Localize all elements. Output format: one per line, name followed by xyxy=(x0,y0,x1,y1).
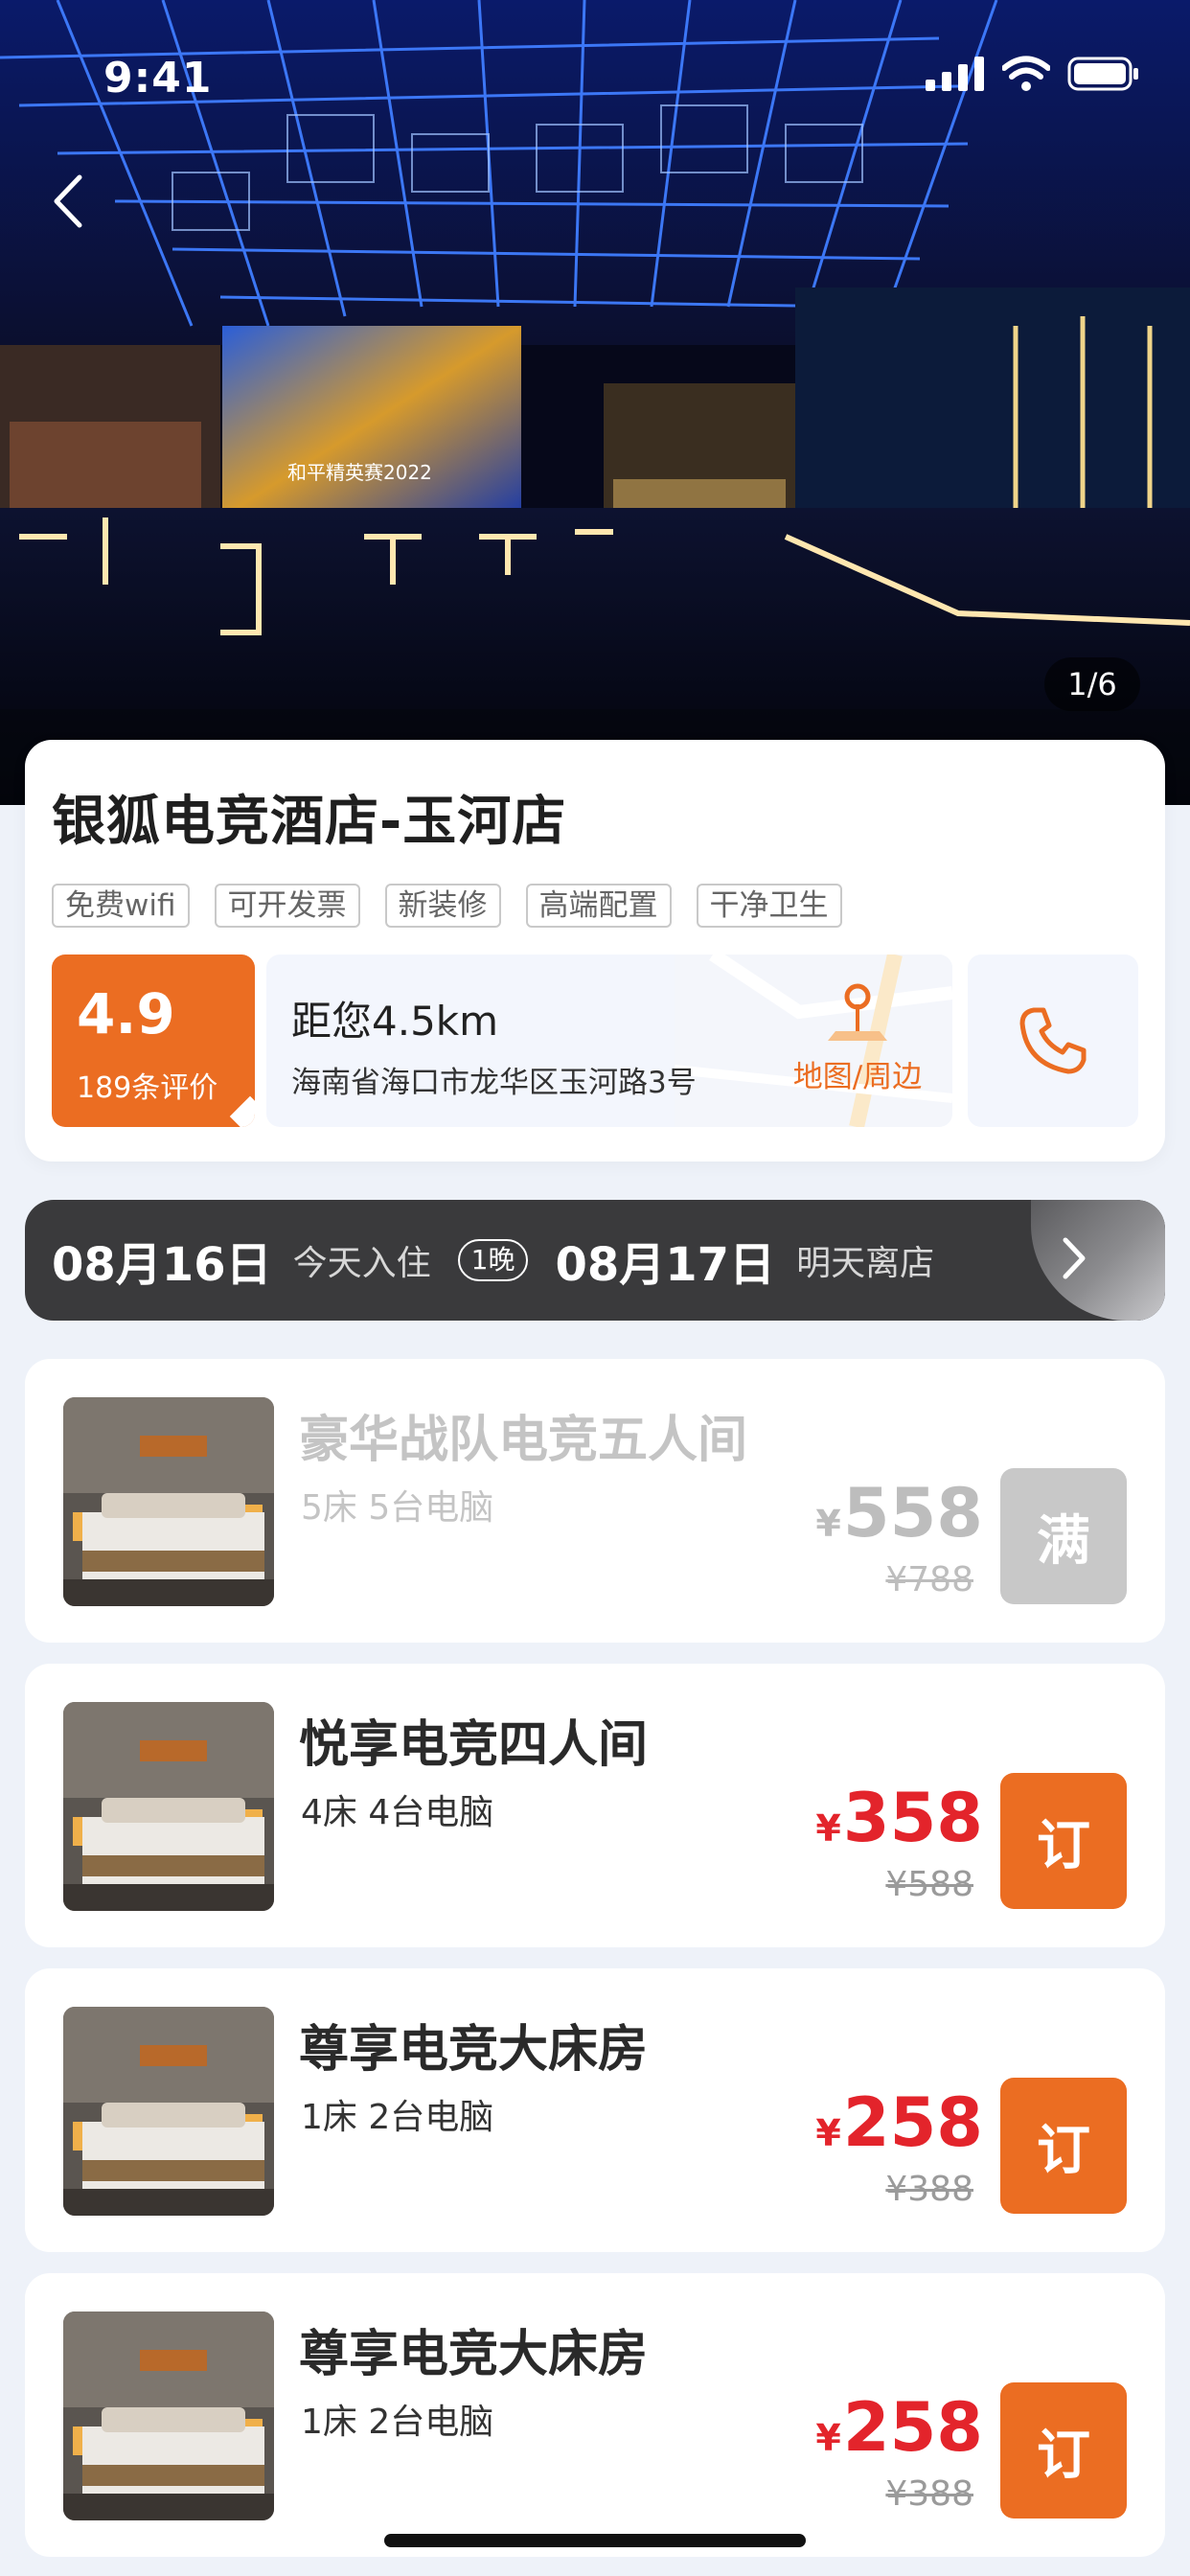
wifi-icon xyxy=(1002,56,1050,91)
room-photo xyxy=(63,1702,274,1911)
original-price: ¥588 xyxy=(885,1865,973,1904)
room-name: 豪华战队电竞五人间 xyxy=(299,1412,748,1469)
feature-tags: 免费wifi 可开发票 新装修 高端配置 干净卫生 xyxy=(52,884,842,928)
room-name: 尊享电竞大床房 xyxy=(299,2326,649,2383)
home-indicator[interactable] xyxy=(384,2534,806,2547)
rating-score: 4.9 xyxy=(77,981,175,1046)
feature-tag: 可开发票 xyxy=(214,884,360,928)
book-button[interactable]: 订 xyxy=(1000,1773,1127,1909)
rating-box[interactable]: 4.9 189条评价 xyxy=(52,954,255,1127)
address: 海南省海口市龙华区玉河路3号 xyxy=(291,1066,697,1100)
checkout-label: 明天离店 xyxy=(796,1244,935,1283)
svg-text:和平精英赛2022: 和平精英赛2022 xyxy=(287,461,432,484)
price-value: 558 xyxy=(842,1474,983,1552)
distance: 距您4.5km xyxy=(291,998,499,1045)
review-count: 189条评价 xyxy=(77,1071,218,1105)
room-spec: 5床 5台电脑 xyxy=(301,1488,494,1528)
room-photo xyxy=(63,2312,274,2520)
currency-symbol: ¥ xyxy=(815,1503,841,1545)
room-price: ¥258 xyxy=(815,2083,983,2162)
checkout-date: 08月17日 xyxy=(555,1238,776,1292)
room-card[interactable]: 尊享电竞大床房 1床 2台电脑 ¥258 ¥388 订 xyxy=(25,1968,1165,2252)
status-time: 9:41 xyxy=(103,54,213,103)
feature-tag: 新装修 xyxy=(384,884,501,928)
room-price: ¥558 xyxy=(815,1474,983,1552)
checkin-date: 08月16日 xyxy=(52,1238,272,1292)
room-spec: 1床 2台电脑 xyxy=(301,2403,494,2442)
date-selector[interactable]: 08月16日 今天入住 1晚 08月17日 明天离店 xyxy=(25,1200,1165,1321)
book-button[interactable]: 订 xyxy=(1000,2382,1127,2518)
room-spec: 1床 2台电脑 xyxy=(301,2098,494,2137)
map-nearby-link[interactable]: 地图/周边 xyxy=(786,981,929,1106)
room-name: 悦享电竞四人间 xyxy=(299,1716,649,1774)
room-price: ¥258 xyxy=(815,2388,983,2467)
checkin-label: 今天入住 xyxy=(292,1244,431,1283)
currency-symbol: ¥ xyxy=(815,2417,841,2459)
nights-badge: 1晚 xyxy=(457,1239,529,1281)
date-range: 08月16日 今天入住 1晚 08月17日 明天离店 xyxy=(52,1200,934,1321)
hotel-name: 银狐电竞酒店-玉河店 xyxy=(52,791,567,853)
hotel-info-card: 银狐电竞酒店-玉河店 免费wifi 可开发票 新装修 高端配置 干净卫生 4.9… xyxy=(25,740,1165,1162)
date-bar-decoration xyxy=(1031,1200,1165,1321)
signal-icon xyxy=(926,57,984,91)
feature-tag: 高端配置 xyxy=(525,884,672,928)
original-price: ¥388 xyxy=(885,2170,973,2209)
room-card[interactable]: 尊享电竞大床房 1床 2台电脑 ¥258 ¥388 订 xyxy=(25,2273,1165,2557)
map-pin-icon xyxy=(828,983,887,1041)
room-photo xyxy=(63,2007,274,2216)
original-price: ¥388 xyxy=(885,2474,973,2514)
sold-out-button: 满 xyxy=(1000,1468,1127,1604)
feature-tag: 干净卫生 xyxy=(696,884,842,928)
original-price: ¥788 xyxy=(885,1560,973,1599)
hero-gallery[interactable]: 和平精英赛2022 9:41 1/6 xyxy=(0,0,1190,805)
photo-counter: 1/6 xyxy=(1044,657,1140,711)
room-photo xyxy=(63,1397,274,1606)
chevron-right-icon xyxy=(1063,1237,1086,1279)
price-value: 258 xyxy=(842,2388,983,2467)
phone-icon xyxy=(1019,1007,1087,1074)
call-button[interactable] xyxy=(968,954,1138,1127)
currency-symbol: ¥ xyxy=(815,1807,841,1850)
book-button[interactable]: 订 xyxy=(1000,2078,1127,2214)
room-card[interactable]: 豪华战队电竞五人间 5床 5台电脑 ¥558 ¥788 满 xyxy=(25,1359,1165,1643)
feature-tag: 免费wifi xyxy=(52,884,190,928)
currency-symbol: ¥ xyxy=(815,2112,841,2154)
price-value: 358 xyxy=(842,1779,983,1857)
room-price: ¥358 xyxy=(815,1779,983,1857)
status-bar: 9:41 xyxy=(0,0,1190,144)
back-button[interactable] xyxy=(38,163,96,240)
room-card[interactable]: 悦享电竞四人间 4床 4台电脑 ¥358 ¥588 订 xyxy=(25,1664,1165,1947)
location-box[interactable]: 距您4.5km 海南省海口市龙华区玉河路3号 地图/周边 xyxy=(266,954,952,1127)
battery-icon xyxy=(1067,57,1138,91)
room-spec: 4床 4台电脑 xyxy=(301,1793,494,1832)
chevron-left-icon xyxy=(54,174,82,228)
status-icons xyxy=(926,56,1140,92)
map-link-label: 地图/周边 xyxy=(792,1060,923,1094)
price-value: 258 xyxy=(842,2083,983,2162)
room-name: 尊享电竞大床房 xyxy=(299,2021,649,2079)
